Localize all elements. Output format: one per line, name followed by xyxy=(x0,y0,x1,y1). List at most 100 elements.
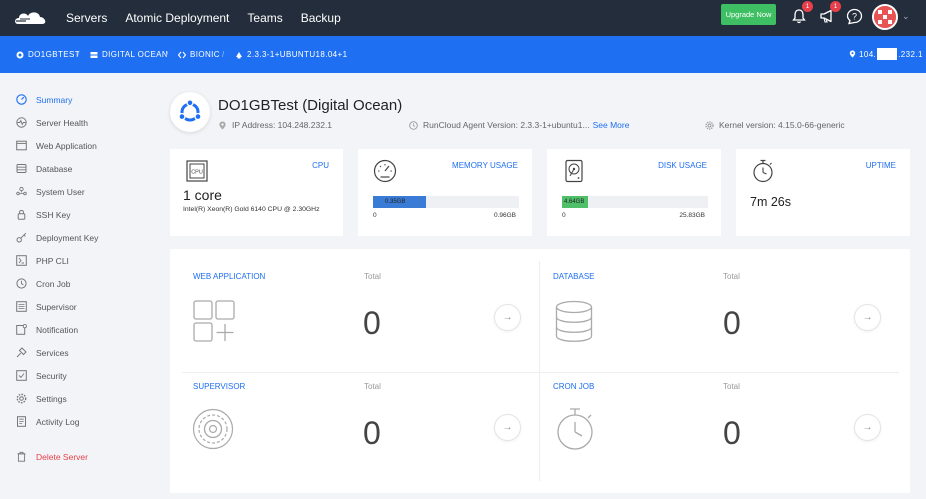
server-icon xyxy=(16,51,24,58)
notifications-button[interactable]: 1 xyxy=(789,1,813,27)
avatar[interactable] xyxy=(872,4,898,30)
memory-usage-bar: 0.35GB xyxy=(373,196,519,208)
clock-icon xyxy=(16,278,27,289)
memory-min: 0 xyxy=(373,212,377,219)
uptime-card: UPTIME 7m 26s xyxy=(736,149,910,236)
gauge-icon xyxy=(16,94,27,105)
breadcrumb-agent[interactable]: 2.3.3-1+UBUNTU18.04+1 xyxy=(235,50,347,59)
runcloud-logo-icon[interactable] xyxy=(14,9,48,27)
cpu-icon: CPU xyxy=(186,160,208,182)
breadcrumb-server[interactable]: DO1GBTEST xyxy=(16,50,80,59)
server-kernel-version: Kernel version: 4.15.0-66-generic xyxy=(705,120,845,130)
heartbeat-icon xyxy=(16,117,27,128)
disk-usage-fill: 4.64GB xyxy=(562,196,589,208)
announcements-button[interactable]: 1 xyxy=(817,1,841,27)
gear-icon xyxy=(16,393,27,404)
memory-card-title: MEMORY USAGE xyxy=(452,161,518,170)
trash-icon xyxy=(17,451,26,462)
server-ip-address: IP Address: 104.248.232.1 xyxy=(218,120,332,130)
sidebar-item-system-user[interactable]: System User xyxy=(16,186,85,197)
breadcrumb-os[interactable]: BIONIC xyxy=(178,50,220,59)
uptime-value: 7m 26s xyxy=(750,195,791,209)
memory-usage-fill: 0.35GB xyxy=(373,196,426,208)
code-icon xyxy=(178,51,186,58)
panel-divider-horizontal xyxy=(182,372,899,373)
nav-backup[interactable]: Backup xyxy=(301,11,341,25)
breadcrumb-separator: / xyxy=(166,50,169,59)
shield-icon xyxy=(16,370,27,381)
see-more-link[interactable]: See More xyxy=(593,120,630,130)
supervisor-total-label: Total xyxy=(364,382,381,391)
disk-card-title: DISK USAGE xyxy=(658,161,707,170)
location-pin-icon xyxy=(219,121,226,129)
memory-max: 0.96GB xyxy=(493,212,516,219)
cpu-cores: 1 core xyxy=(183,187,222,203)
browser-icon xyxy=(16,140,27,151)
sidebar-item-settings[interactable]: Settings xyxy=(16,393,67,404)
sidebar-item-summary[interactable]: Summary xyxy=(16,94,72,105)
nav-servers[interactable]: Servers xyxy=(66,11,107,25)
speedometer-icon xyxy=(373,159,397,183)
arrow-right-icon: → xyxy=(862,422,873,433)
disk-min: 0 xyxy=(562,212,566,219)
ip-redaction xyxy=(877,48,898,60)
sidebar-item-services[interactable]: Services xyxy=(16,347,69,358)
lock-icon xyxy=(17,210,26,220)
main-nav: Servers Atomic Deployment Teams Backup xyxy=(66,0,359,36)
sidebar-item-deployment-key[interactable]: Deployment Key xyxy=(16,232,98,243)
memory-card: MEMORY USAGE 0.35GB 0 0.96GB xyxy=(358,149,532,236)
arrow-right-icon: → xyxy=(502,312,513,323)
resources-panel: WEB APPLICATION Total 0 → DATABASE Total… xyxy=(170,249,910,493)
database-open-button[interactable]: → xyxy=(854,304,881,331)
sidebar-item-php-cli[interactable]: PHP CLI xyxy=(16,255,69,266)
sidebar-item-activity-log[interactable]: Activity Log xyxy=(16,416,79,427)
sidebar-item-ssh-key[interactable]: SSH Key xyxy=(16,209,71,220)
breadcrumb-provider[interactable]: DIGITAL OCEAN xyxy=(90,50,168,59)
list-icon xyxy=(16,301,27,312)
help-icon: ? xyxy=(846,8,863,25)
users-icon xyxy=(16,186,27,196)
cpu-model: Intel(R) Xeon(R) Gold 6140 CPU @ 2.30GHz xyxy=(183,206,320,213)
disk-card: DISK USAGE 4.64GB 0 25.83GB xyxy=(547,149,721,236)
delete-server-button[interactable]: Delete Server xyxy=(16,451,88,462)
stopwatch-icon xyxy=(557,408,593,450)
sidebar-item-server-health[interactable]: Server Health xyxy=(16,117,88,128)
server-ip: 104. .232.1 xyxy=(849,48,923,60)
database-title: DATABASE xyxy=(553,272,595,281)
uptime-card-title: UPTIME xyxy=(865,161,896,170)
page-title: DO1GBTest (Digital Ocean) xyxy=(218,97,403,114)
sidebar-item-notification[interactable]: Notification xyxy=(16,324,78,335)
hard-disk-icon xyxy=(565,159,583,183)
breadcrumb-separator: / xyxy=(77,50,80,59)
sidebar-item-cron-job[interactable]: Cron Job xyxy=(16,278,71,289)
webapp-open-button[interactable]: → xyxy=(494,304,521,331)
supervisor-gear-icon xyxy=(192,408,234,450)
ubuntu-logo-icon xyxy=(178,99,202,122)
server-os-logo xyxy=(170,92,210,132)
database-icon xyxy=(555,300,593,342)
chevron-down-icon[interactable]: ⌄ xyxy=(902,11,910,22)
plug-icon xyxy=(16,347,27,358)
webapp-total-label: Total xyxy=(364,272,381,281)
help-button[interactable]: ? xyxy=(845,7,865,27)
sidebar-item-supervisor[interactable]: Supervisor xyxy=(16,301,77,312)
nav-teams[interactable]: Teams xyxy=(247,11,282,25)
sidebar-item-web-application[interactable]: Web Application xyxy=(16,140,97,151)
sidebar-item-database[interactable]: Database xyxy=(16,163,72,174)
announcement-badge: 1 xyxy=(830,1,841,12)
nav-atomic-deployment[interactable]: Atomic Deployment xyxy=(125,11,229,25)
supervisor-open-button[interactable]: → xyxy=(494,414,521,441)
sidebar-item-security[interactable]: Security xyxy=(16,370,67,381)
disk-max: 25.83GB xyxy=(679,212,705,219)
cpu-card: CPU CPU 1 core Intel(R) Xeon(R) Gold 614… xyxy=(170,149,343,236)
log-icon xyxy=(17,416,26,427)
top-navbar: Servers Atomic Deployment Teams Backup U… xyxy=(0,0,926,36)
stopwatch-icon xyxy=(753,159,773,183)
supervisor-count: 0 xyxy=(363,415,381,451)
grid-add-icon xyxy=(193,300,235,342)
database-icon xyxy=(16,164,27,173)
upgrade-now-button[interactable]: Upgrade Now xyxy=(721,4,776,25)
cronjob-open-button[interactable]: → xyxy=(854,414,881,441)
php-icon xyxy=(16,255,27,266)
arrow-right-icon: → xyxy=(502,422,513,433)
